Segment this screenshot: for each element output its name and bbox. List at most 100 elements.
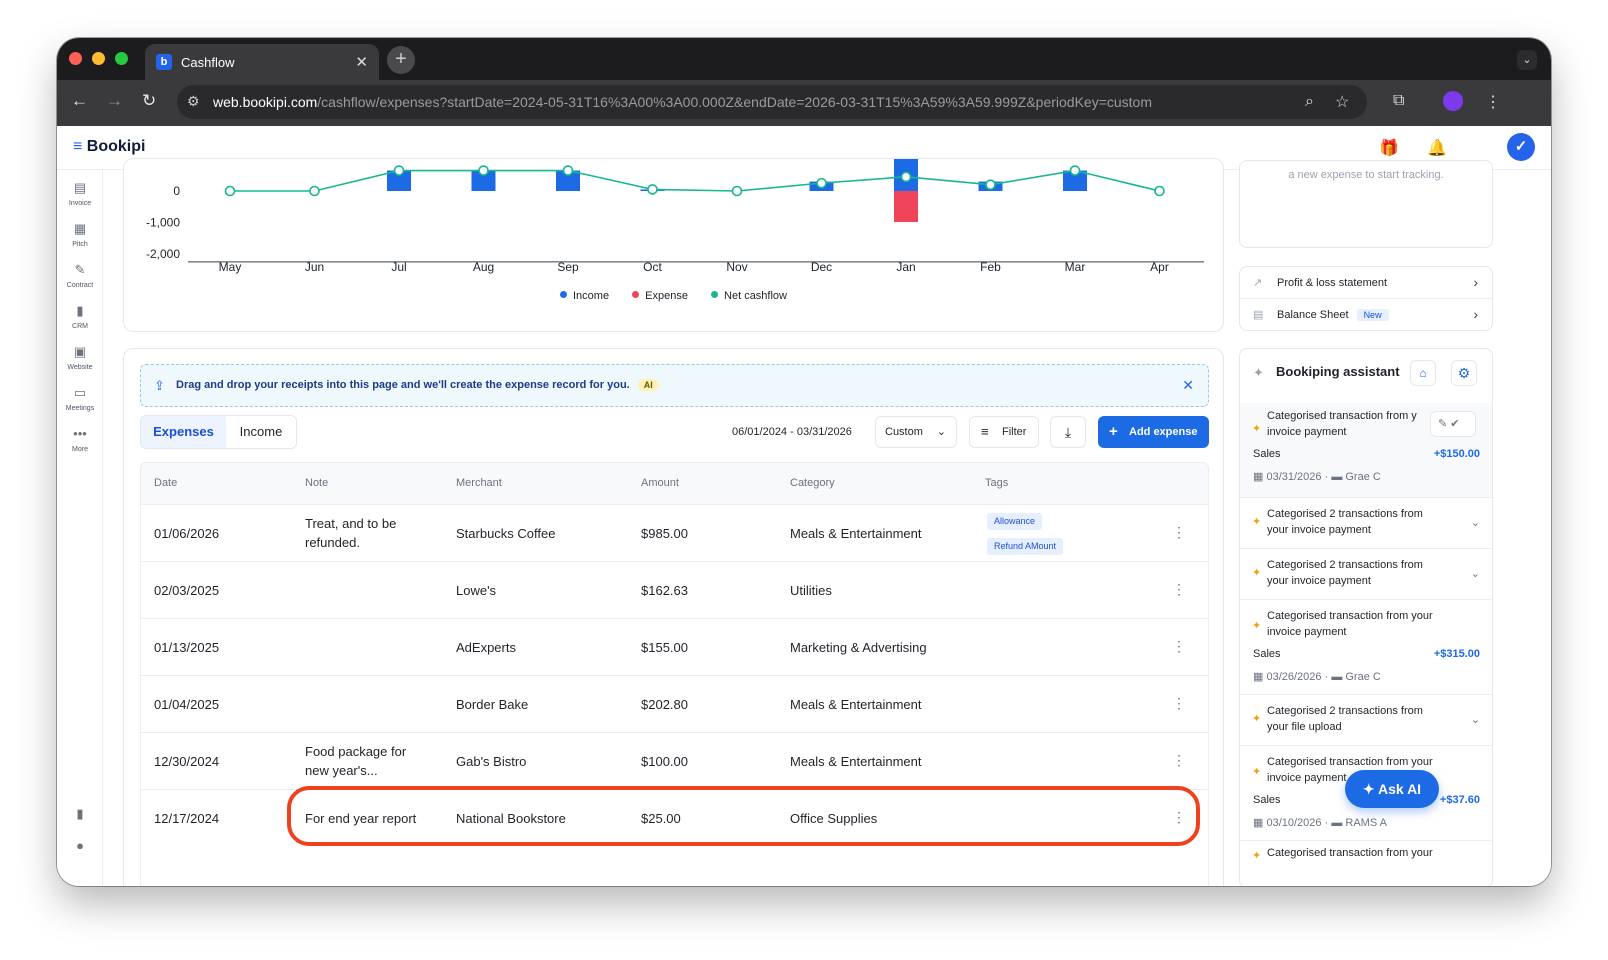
download-button[interactable]: ⤓ (1050, 416, 1086, 448)
settings-gear-icon[interactable]: ⚙ (1451, 360, 1477, 386)
bookmark-star-icon[interactable]: ☆ (1335, 92, 1349, 112)
date-range-label[interactable]: 06/01/2024 - 03/31/2026 (732, 426, 852, 438)
table-row[interactable]: 01/06/2026 Treat, and to be refunded. St… (141, 505, 1208, 562)
close-window-icon[interactable] (69, 52, 82, 65)
tab-expenses[interactable]: Expenses (141, 416, 226, 448)
reload-icon[interactable]: ↻ (142, 91, 156, 111)
legend-item-net-cashflow[interactable]: Net cashflow (711, 290, 787, 302)
edit-approve-actions[interactable]: ✎ ✔ (1430, 411, 1476, 437)
column-date[interactable]: Date (154, 477, 177, 489)
report-link-profit-loss[interactable]: ↗ Profit & loss statement › (1240, 267, 1492, 299)
browser-menu-icon[interactable]: ⋮ (1485, 92, 1501, 112)
tab-income[interactable]: Income (226, 416, 296, 448)
sidebar-item-website[interactable]: ▣ Website (57, 344, 103, 371)
assistant-item[interactable]: ✦ Categorised transaction from your invo… (1240, 600, 1492, 695)
row-merchant: Gab's Bistro (456, 754, 527, 769)
new-tab-button[interactable]: + (387, 46, 415, 74)
net-cashflow-point (1069, 165, 1081, 176)
close-banner-icon[interactable]: ✕ (1182, 377, 1194, 394)
document-icon: ▤ (1253, 309, 1264, 321)
notification-bell-icon[interactable]: 🔔 (1427, 138, 1447, 158)
row-date: 01/04/2025 (154, 697, 220, 712)
sidebar-item-pitch[interactable]: ▦ Pitch (57, 221, 103, 248)
row-menu-icon[interactable]: ⋮ (1172, 638, 1186, 655)
assistant-item[interactable]: ✦ Categorised 2 transactions from your i… (1240, 498, 1492, 549)
net-cashflow-point (985, 179, 996, 191)
reports-card: ↗ Profit & loss statement › ▤ Balance Sh… (1239, 266, 1493, 331)
add-expense-button[interactable]: + Add expense (1098, 416, 1209, 448)
profile-avatar-icon[interactable] (1443, 91, 1463, 111)
browser-tab[interactable]: b Cashflow ✕ (145, 44, 379, 80)
close-tab-icon[interactable]: ✕ (355, 53, 368, 71)
column-tags[interactable]: Tags (985, 477, 1008, 489)
expenses-card: ⇪ Drag and drop your receipts into this … (123, 348, 1224, 886)
sidebar-item-account[interactable]: ● (57, 838, 103, 854)
column-amount[interactable]: Amount (641, 477, 679, 489)
chevron-right-icon: › (1473, 306, 1478, 322)
user-avatar[interactable]: ✓ (1507, 133, 1535, 161)
sidebar-item-meetings[interactable]: ▭ Meetings (57, 385, 103, 412)
back-icon[interactable]: ← (71, 91, 88, 111)
assistant-item[interactable]: ✦ Categorised transaction from your (1240, 841, 1492, 886)
tag-chip[interactable]: Allowance (987, 513, 1043, 530)
address-bar[interactable]: ⚙ web.bookipi.com/cashflow/expenses?star… (177, 85, 1367, 119)
chevron-down-icon[interactable]: ⌄ (1471, 567, 1480, 580)
row-menu-icon[interactable]: ⋮ (1172, 524, 1186, 541)
legend-item-expense[interactable]: Expense (632, 290, 688, 302)
pitch-icon: ▦ (73, 221, 87, 236)
assistant-item[interactable]: ✦ Categorised 2 transactions from your f… (1240, 695, 1492, 746)
sidebar-item-invoice[interactable]: ▤ Invoice (57, 180, 103, 207)
chevron-down-icon[interactable]: ⌄ (1471, 713, 1480, 726)
period-select[interactable]: Custom ⌄ (875, 416, 957, 448)
filter-button[interactable]: ≡ Filter (969, 416, 1039, 448)
column-merchant[interactable]: Merchant (456, 477, 502, 489)
bar-chart-icon: ▮ (76, 806, 84, 821)
gift-icon[interactable]: 🎁 (1379, 138, 1399, 158)
net-cashflow-point (309, 185, 320, 197)
row-menu-icon[interactable]: ⋮ (1172, 752, 1186, 769)
app-root: ≡ Bookipi 🎁 🔔 ✓ ▤ Invoice ▦ Pitch ✎ Contrac… (57, 126, 1551, 886)
table-row[interactable]: 12/17/2024 For end year report National … (141, 790, 1208, 847)
minimize-window-icon[interactable] (92, 52, 105, 65)
table-row[interactable]: 12/30/2024 Food package for new year's..… (141, 733, 1208, 790)
report-link-balance-sheet[interactable]: ▤ Balance Sheet New › (1240, 299, 1492, 331)
extensions-icon[interactable]: ⧉ (1393, 92, 1404, 110)
tab-search-icon[interactable]: ⌄ (1517, 50, 1537, 70)
column-category[interactable]: Category (790, 477, 835, 489)
receipt-dropzone-banner[interactable]: ⇪ Drag and drop your receipts into this … (140, 364, 1209, 407)
row-category: Meals & Entertainment (790, 754, 922, 769)
ask-ai-button[interactable]: ✦ Ask AI (1345, 770, 1439, 808)
ai-badge: AI (637, 379, 659, 391)
maximize-window-icon[interactable] (115, 52, 128, 65)
column-note[interactable]: Note (305, 477, 328, 489)
y-tick-label: 0 (173, 184, 180, 198)
table-row[interactable]: 01/04/2025 Border Bake $202.80 Meals & E… (141, 676, 1208, 733)
sparkle-icon: ✦ (1252, 423, 1262, 435)
x-tick-label: Jul (391, 260, 406, 274)
check-circle-icon[interactable]: ✔ (1450, 418, 1459, 430)
forward-icon[interactable]: → (106, 91, 123, 111)
site-settings-icon[interactable]: ⚙ (187, 93, 200, 110)
net-cashflow-point (562, 165, 574, 176)
sidebar-item-reports[interactable]: ▮ (57, 806, 103, 822)
chevron-down-icon[interactable]: ⌄ (1471, 516, 1480, 529)
tag-chip[interactable]: Refund AMount (987, 538, 1064, 555)
zoom-icon[interactable]: ⌕ (1305, 93, 1314, 111)
row-menu-icon[interactable]: ⋮ (1172, 809, 1186, 826)
edit-icon[interactable]: ✎ (1438, 418, 1447, 430)
row-menu-icon[interactable]: ⋮ (1172, 695, 1186, 712)
legend-item-income[interactable]: Income (560, 290, 609, 302)
table-row[interactable]: 01/13/2025 AdExperts $155.00 Marketing &… (141, 619, 1208, 676)
table-row[interactable]: 02/03/2025 Lowe's $162.63 Utilities ⋮ (141, 562, 1208, 619)
bank-icon[interactable]: ⌂ (1410, 360, 1436, 386)
row-note: Food package for (305, 744, 407, 759)
assistant-item[interactable]: ✦ Categorised 2 transactions from your i… (1240, 549, 1492, 600)
sidebar-item-crm[interactable]: ▮ CRM (57, 303, 103, 330)
row-menu-icon[interactable]: ⋮ (1172, 581, 1186, 598)
row-date: 01/06/2026 (154, 526, 220, 541)
cashflow-chart-card: 0 -1,000 -2,000 May Jun Jul Aug Sep Oct Nov Dec Jan… (123, 158, 1224, 332)
assistant-item[interactable]: ✦ Categorised transaction from y invoice… (1240, 403, 1492, 498)
sidebar-item-more[interactable]: ••• More (57, 426, 103, 453)
sidebar-item-contract[interactable]: ✎ Contract (57, 262, 103, 289)
bookipi-logo[interactable]: ≡ Bookipi (73, 138, 145, 156)
